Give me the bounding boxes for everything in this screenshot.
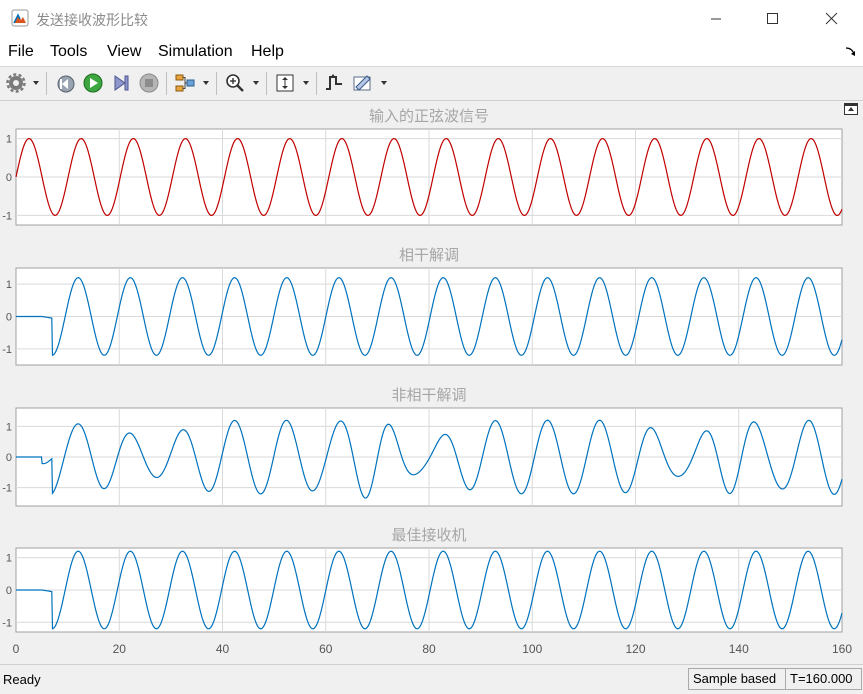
y-tick-label: 1: [6, 134, 12, 146]
y-tick-label: 1: [6, 279, 12, 291]
menu-help[interactable]: Help: [251, 43, 284, 61]
y-tick-label: -1: [2, 617, 12, 629]
step-back-icon[interactable]: [54, 72, 76, 94]
toolbar-separator: [166, 72, 167, 95]
title-bar: 发送接收波形比较: [0, 0, 863, 38]
y-tick-label: -1: [2, 344, 12, 356]
status-mode: Sample based: [688, 668, 786, 690]
status-bar: Ready Sample based T=160.000: [0, 664, 863, 694]
y-tick-label: 1: [6, 421, 12, 433]
run-icon[interactable]: [82, 72, 104, 94]
y-tick-label: -1: [2, 483, 12, 495]
toolbar-separator: [316, 72, 317, 95]
zoom-dropdown-icon[interactable]: [253, 81, 259, 85]
plot-title: 输入的正弦波信号: [369, 107, 489, 125]
zoom-in-icon[interactable]: [224, 72, 246, 94]
minimize-icon[interactable]: [693, 0, 739, 38]
x-tick-label: 120: [625, 642, 645, 656]
layout-dropdown-icon[interactable]: [203, 81, 209, 85]
menu-view[interactable]: View: [107, 43, 141, 61]
trigger-icon[interactable]: [323, 72, 345, 94]
x-tick-label: 100: [522, 642, 542, 656]
matlab-scope-icon: [11, 9, 29, 27]
x-tick-label: 0: [13, 642, 20, 656]
settings-dropdown-icon[interactable]: [33, 81, 39, 85]
menu-tools[interactable]: Tools: [50, 43, 87, 61]
close-icon[interactable]: [808, 0, 854, 38]
menu-simulation[interactable]: Simulation: [158, 43, 233, 61]
y-tick-label: -1: [2, 210, 12, 222]
y-tick-label: 1: [6, 553, 12, 565]
measure-dropdown-icon[interactable]: [381, 81, 387, 85]
toolbar-separator: [266, 72, 267, 95]
y-tick-label: 0: [6, 312, 12, 324]
x-tick-label: 80: [422, 642, 436, 656]
stop-icon[interactable]: [138, 72, 160, 94]
y-tick-label: 0: [6, 172, 12, 184]
status-ready: Ready: [3, 672, 41, 687]
signal-layout-icon[interactable]: [174, 72, 196, 94]
settings-gear-icon[interactable]: [5, 72, 27, 94]
x-tick-label: 140: [729, 642, 749, 656]
window-title: 发送接收波形比较: [36, 13, 148, 29]
maximize-icon[interactable]: [749, 0, 795, 38]
plot-title: 最佳接收机: [391, 526, 466, 544]
toolbar-separator: [46, 72, 47, 95]
y-tick-label: 0: [6, 585, 12, 597]
step-forward-icon[interactable]: [110, 72, 132, 94]
toolbar: [0, 67, 863, 101]
x-tick-label: 40: [216, 642, 230, 656]
autoscale-icon[interactable]: [274, 72, 296, 94]
x-tick-label: 160: [832, 642, 852, 656]
autoscale-dropdown-icon[interactable]: [303, 81, 309, 85]
measure-icon[interactable]: [352, 72, 374, 94]
menu-file[interactable]: File: [8, 43, 34, 61]
dock-arrow-icon[interactable]: [845, 46, 857, 58]
status-time: T=160.000: [785, 668, 862, 690]
plot-title: 非相干解调: [391, 386, 466, 404]
toolbar-separator: [216, 72, 217, 95]
y-tick-label: 0: [6, 452, 12, 464]
menu-bar: File Tools View Simulation Help: [0, 38, 863, 67]
scope-plot-area: 1 0 -1 输入的正弦波信号 1 0 -1 相干解调 1 0 -1 非相干解调 1 0 -1 最佳接收机 0 2…: [0, 101, 863, 663]
x-tick-label: 20: [113, 642, 127, 656]
plot-title: 相干解调: [399, 246, 459, 264]
scope-plots: 1 0 -1 输入的正弦波信号 1 0 -1 相干解调 1 0 -1 非相干解调 1 0 -1 最佳接收机 0 2…: [2, 107, 852, 656]
x-tick-label: 60: [319, 642, 333, 656]
